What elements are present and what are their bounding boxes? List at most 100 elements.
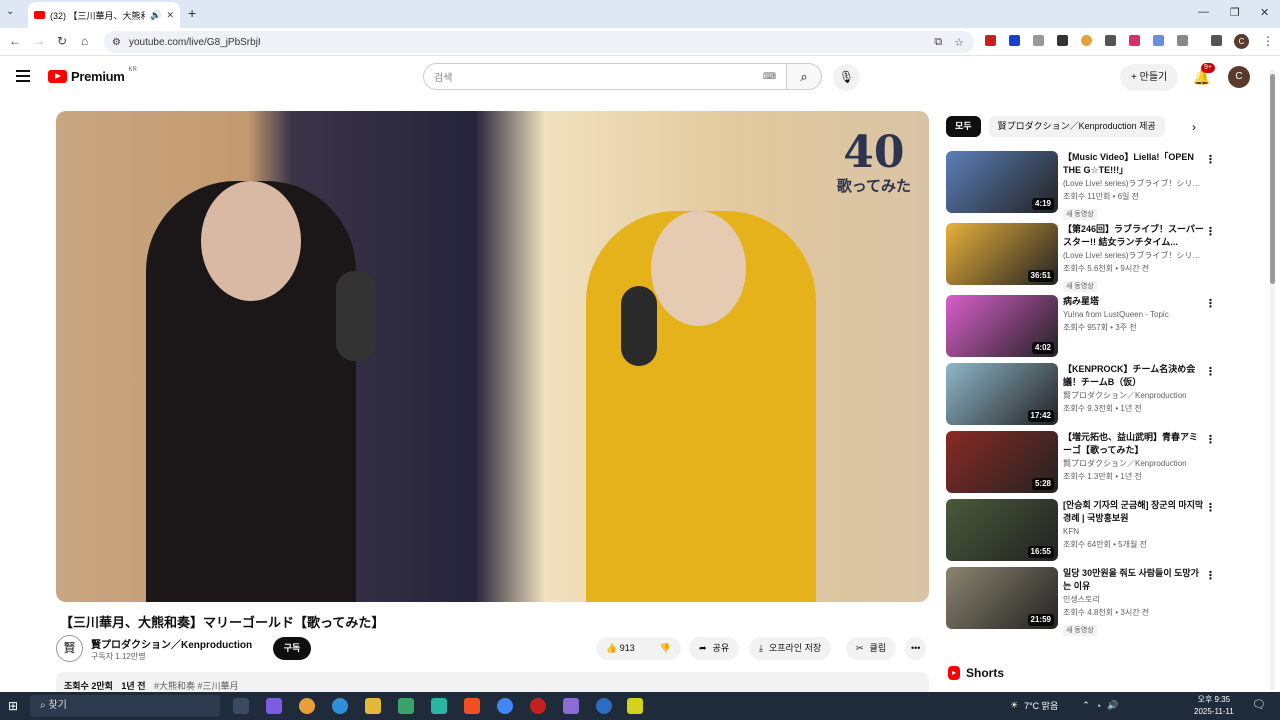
video-player[interactable]: 40 歌ってみた [56,111,929,602]
app-icon[interactable] [627,698,643,714]
more-options-icon[interactable]: ⋮ [1205,297,1216,310]
menu-icon[interactable] [16,70,30,85]
restore-icon[interactable]: ❐ [1230,6,1240,19]
taskbar-clock[interactable]: 오후 9:35 2025-11-11 [1194,694,1234,718]
site-info-icon[interactable]: ⚙ [112,37,121,48]
subscribe-button[interactable]: 구독 [273,637,311,660]
video-thumbnail[interactable]: 5:28 [946,431,1058,493]
like-button[interactable]: 👍 913 [606,637,635,660]
app-icon[interactable] [398,698,414,714]
channel-name[interactable]: 賢プロダクション／Kenproduction [1063,389,1205,402]
channel-name[interactable]: Yu!na from LustQueen - Topic [1063,308,1205,321]
edge-icon[interactable] [332,698,348,714]
store-icon[interactable] [464,698,480,714]
channel-name[interactable]: 인생스토리 [1063,593,1205,606]
bookmark-star-icon[interactable]: ☆ [954,36,964,49]
hashtags[interactable]: #大熊和奏 #三川華月 [154,681,239,691]
video-title[interactable]: 病み星塔 [1063,295,1205,308]
channel-avatar[interactable]: 賢 [56,635,83,662]
cast-icon[interactable]: ⧉ [934,36,942,49]
recommended-video[interactable]: 5:28 【増元拓也、益山武明】青春アミーゴ【歌ってみた】 賢プロダクション／Ken… [946,431,1216,493]
video-title[interactable]: 【Music Video】Liella!「OPEN THE G☆TE!!!」 [1063,151,1205,177]
recommended-video[interactable]: 4:19 【Music Video】Liella!「OPEN THE G☆TE!!… [946,151,1216,220]
home-icon[interactable]: ⌂ [81,34,88,48]
extension-icon[interactable] [1129,35,1140,46]
channel-name[interactable]: 賢プロダクション／Kenproduction [91,636,252,651]
channel-name[interactable]: (Love Live! series)ラブライブ！シリーズ... [1063,177,1205,190]
extension-icon[interactable] [1105,35,1116,46]
recommended-video[interactable]: 21:59 일당 30만원을 줘도 사람들이 도망가는 이유 인생스토리 조회수 4.… [946,567,1216,636]
chevron-right-icon[interactable]: › [1192,120,1196,134]
page-scrollbar[interactable] [1270,70,1275,690]
recommended-video[interactable]: 16:55 [안승회 기자의 군금해] 장군의 마지막 경례 | 국방홍보원 KFN… [946,499,1216,561]
avatar[interactable]: C [1228,66,1250,88]
app-icon[interactable] [596,698,612,714]
more-actions-button[interactable]: ••• [905,637,927,660]
extensions-puzzle-icon[interactable] [1177,35,1188,46]
browser-menu-icon[interactable]: ⋮ [1262,34,1274,48]
back-icon[interactable]: ← [9,34,21,48]
recommended-video[interactable]: 17:42 【KENPROCK】チーム名決め会議！チームB（仮） 賢プロダクション／… [946,363,1216,425]
search-button[interactable]: ⌕ [786,63,822,90]
channel-name[interactable]: KFN [1063,525,1205,538]
video-thumbnail[interactable]: 16:55 [946,499,1058,561]
notifications-button[interactable]: 🔔 9+ [1193,63,1215,86]
create-button[interactable]: + 만들기 [1120,64,1179,91]
audio-icon[interactable]: 🔊 [150,10,161,21]
address-bar[interactable]: ⚙ youtube.com/live/G8_jPbSrbjI ⧉ ☆ [104,31,974,53]
video-thumbnail[interactable]: 21:59 [946,567,1058,629]
chip-channel[interactable]: 賢プロダクション／Kenproduction 제공 [988,116,1165,137]
video-title[interactable]: 【増元拓也、益山武明】青春アミーゴ【歌ってみた】 [1063,431,1205,457]
download-icon[interactable] [1033,35,1044,46]
voice-search-button[interactable]: 🎙 [833,64,860,91]
channel-name[interactable]: (Love Live! series)ラブライブ！シリーズ... [1063,249,1205,262]
browser-tab-active[interactable]: (32) 【三川華月、大熊和奏】 🔊 ✕ [28,2,180,28]
clip-button[interactable]: ✂ 클립 [846,637,897,660]
chrome-icon[interactable] [299,698,315,714]
new-tab-icon[interactable]: + [188,5,196,21]
channel-name[interactable]: 賢プロダクション／Kenproduction [1063,457,1205,470]
extension-icon[interactable] [985,35,996,46]
video-thumbnail[interactable]: 4:19 [946,151,1058,213]
notification-center-icon[interactable]: 🗨 [1252,698,1268,714]
more-options-icon[interactable]: ⋮ [1205,501,1216,514]
reload-icon[interactable]: ↻ [57,34,67,48]
extension-icon[interactable] [1081,35,1092,46]
more-options-icon[interactable]: ⋮ [1205,569,1216,582]
share-button[interactable]: ➦ 공유 [689,637,740,660]
video-title[interactable]: 【第246回】ラブライブ！スーパースター!! 結女ランチタイム... [1063,223,1205,249]
weather-text[interactable]: 7°C 맑음 [1024,699,1058,712]
app-icon[interactable] [530,698,546,714]
recommended-video[interactable]: 4:02 病み星塔 Yu!na from LustQueen - Topic 조회수 … [946,295,1216,357]
more-options-icon[interactable]: ⋮ [1205,433,1216,446]
extension-icon[interactable] [1009,35,1020,46]
tray-chevron-icon[interactable]: ⌃ [1082,700,1090,711]
windows-start-icon[interactable]: ⊞ [8,699,18,713]
dislike-button[interactable]: 👎 [660,637,671,660]
more-options-icon[interactable]: ⋮ [1205,365,1216,378]
youtube-logo[interactable]: Premium KR [48,67,137,84]
extension-icon[interactable] [1153,35,1164,46]
file-explorer-icon[interactable] [365,698,381,714]
copilot-icon[interactable] [266,698,282,714]
tab-close-icon[interactable]: ✕ [166,10,174,21]
video-title[interactable]: [안승회 기자의 군금해] 장군의 마지막 경례 | 국방홍보원 [1063,499,1205,525]
network-icon[interactable]: ◔ [1096,701,1101,711]
video-thumbnail[interactable]: 36:51 [946,223,1058,285]
search-input[interactable]: 검색 ⌨ [423,63,787,90]
minimize-icon[interactable]: — [1198,6,1209,18]
video-title[interactable]: 일당 30만원을 줘도 사람들이 도망가는 이유 [1063,567,1205,593]
video-thumbnail[interactable]: 17:42 [946,363,1058,425]
chip-all[interactable]: 모두 [946,116,981,137]
chrome-icon[interactable] [497,698,513,714]
recommended-video[interactable]: 36:51 【第246回】ラブライブ！スーパースター!! 結女ランチタイム...(… [946,223,1216,292]
more-options-icon[interactable]: ⋮ [1205,225,1216,238]
app-icon[interactable] [431,698,447,714]
more-options-icon[interactable]: ⋮ [1205,153,1216,166]
reading-list-icon[interactable] [1211,35,1222,46]
app-icon[interactable] [563,698,579,714]
weather-icon[interactable]: ☀ [1010,700,1018,711]
video-thumbnail[interactable]: 4:02 [946,295,1058,357]
volume-icon[interactable]: 🔊 [1107,700,1118,711]
taskbar-search[interactable]: ⌕ 찾기 [30,695,220,717]
